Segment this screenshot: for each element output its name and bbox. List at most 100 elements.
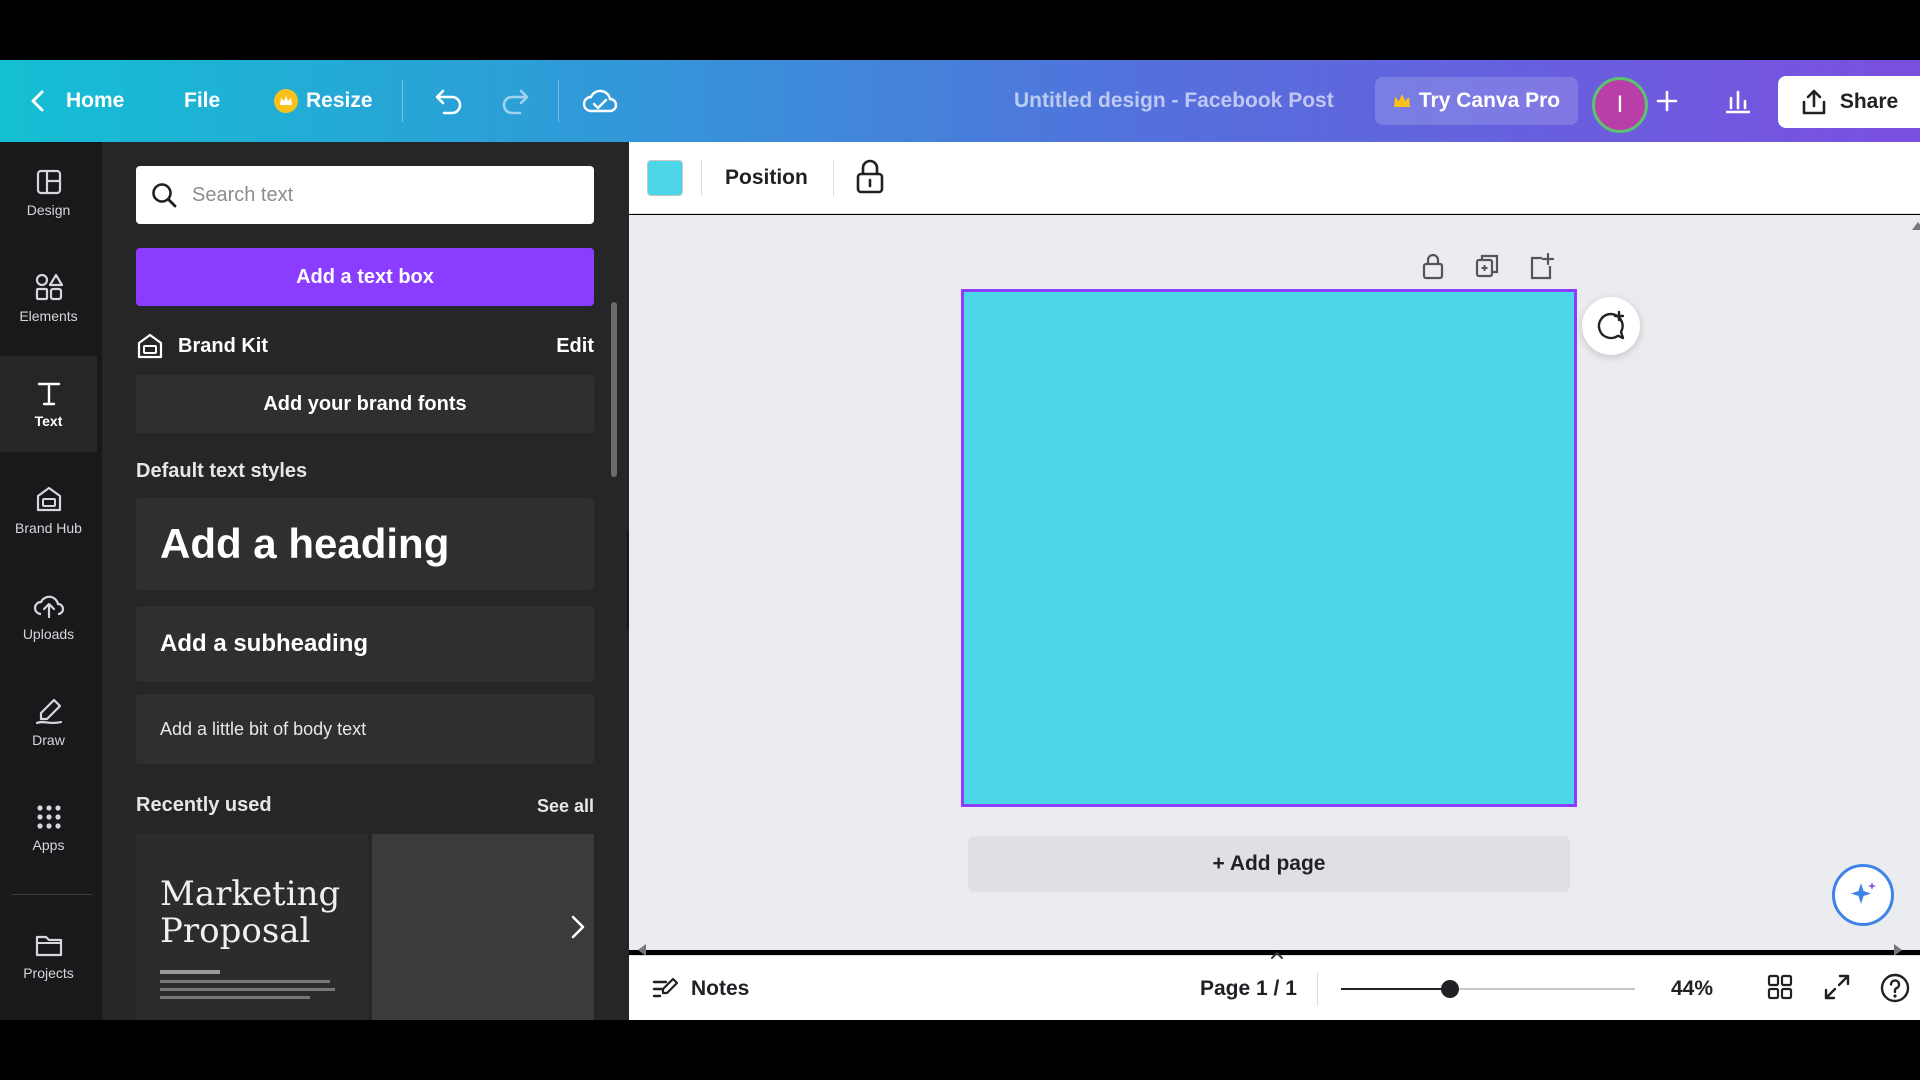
- sparkle-icon: [1847, 879, 1879, 911]
- layout-icon: [35, 168, 63, 196]
- recently-used-title: Recently used: [136, 794, 272, 816]
- try-canva-pro-button[interactable]: Try Canva Pro: [1375, 77, 1578, 125]
- rail-item-draw[interactable]: Draw: [0, 674, 97, 770]
- magic-assistant-button[interactable]: [1832, 864, 1894, 926]
- help-icon[interactable]: [1879, 972, 1911, 1004]
- back-chevron-icon[interactable]: [28, 60, 48, 142]
- duplicate-page-icon[interactable]: [1474, 252, 1500, 280]
- rail-item-apps[interactable]: Apps: [0, 780, 97, 876]
- add-heading-button[interactable]: Add a heading: [136, 498, 594, 590]
- undo-icon[interactable]: [432, 60, 464, 142]
- text-icon: [35, 379, 63, 407]
- background-color-swatch[interactable]: [647, 160, 683, 196]
- rail-item-design[interactable]: Design: [0, 145, 97, 241]
- zoom-slider[interactable]: [1341, 980, 1635, 998]
- zoom-slider-fill: [1341, 988, 1450, 990]
- page-tools: [1420, 252, 1554, 280]
- try-canva-pro-label: Try Canva Pro: [1418, 89, 1561, 112]
- zoom-level-button[interactable]: 44%: [1671, 956, 1713, 1021]
- bottom-bar: Notes Page 1 / 1 44%: [629, 955, 1920, 1020]
- brand-kit-title: Brand Kit: [178, 334, 268, 357]
- rail-label-draw: Draw: [32, 732, 65, 748]
- brand-kit-row: Brand Kit Edit: [136, 322, 594, 370]
- rail-item-brand-hub[interactable]: Brand Hub: [0, 462, 97, 558]
- document-title[interactable]: Untitled design - Facebook Post: [1014, 60, 1334, 142]
- home-button[interactable]: Home: [66, 60, 124, 142]
- add-text-box-button[interactable]: Add a text box: [136, 248, 594, 306]
- thumbnail-decoration: [160, 970, 220, 974]
- thumbnail-title: Marketing Proposal: [160, 874, 341, 951]
- rail-item-projects[interactable]: Projects: [0, 908, 97, 1004]
- add-subheading-button[interactable]: Add a subheading: [136, 606, 594, 682]
- fullscreen-icon[interactable]: [1822, 972, 1852, 1002]
- share-upload-icon: [1800, 88, 1828, 116]
- chevron-right-icon[interactable]: [570, 914, 586, 940]
- rail-label-projects: Projects: [23, 965, 74, 981]
- zoom-slider-handle[interactable]: [1440, 980, 1459, 998]
- shapes-icon: [34, 272, 64, 302]
- lock-icon[interactable]: [853, 158, 887, 196]
- file-menu-button[interactable]: File: [184, 60, 220, 142]
- left-rail: Design Elements Text Brand Hub Uploads D…: [0, 142, 102, 1020]
- recent-template-thumbnail[interactable]: [372, 834, 594, 1020]
- avatar[interactable]: I: [1592, 77, 1648, 133]
- text-panel: Add a text box Brand Kit Edit Add your b…: [102, 142, 629, 1020]
- design-page[interactable]: [961, 289, 1577, 807]
- rail-item-elements[interactable]: Elements: [0, 250, 97, 346]
- cloud-upload-icon: [33, 590, 65, 620]
- rail-label-elements: Elements: [19, 308, 78, 324]
- rail-divider: [12, 894, 92, 895]
- rail-label-apps: Apps: [32, 837, 65, 853]
- thumbnail-decoration: [160, 980, 346, 999]
- grid-view-icon[interactable]: [1765, 972, 1795, 1002]
- notes-button[interactable]: Notes: [651, 956, 749, 1021]
- redo-icon[interactable]: [500, 60, 532, 142]
- resize-button[interactable]: Resize: [274, 60, 373, 142]
- expand-pages-chevron-icon[interactable]: [1270, 950, 1284, 960]
- search-box[interactable]: [136, 166, 594, 224]
- crown-icon: [274, 89, 298, 113]
- default-text-styles-title: Default text styles: [136, 460, 308, 482]
- notes-label: Notes: [691, 976, 750, 1000]
- share-button[interactable]: Share: [1778, 76, 1920, 128]
- analytics-chart-icon[interactable]: [1724, 60, 1752, 142]
- add-body-text-button[interactable]: Add a little bit of body text: [136, 694, 594, 764]
- folder-icon: [34, 931, 64, 959]
- top-bar: Home File Resize Untitled design - Faceb…: [0, 60, 1920, 142]
- add-page-icon[interactable]: [1528, 252, 1554, 280]
- position-button[interactable]: Position: [725, 142, 808, 214]
- context-toolbar: Position: [629, 142, 1920, 214]
- resize-label: Resize: [306, 89, 373, 112]
- divider: [833, 160, 834, 196]
- brand-hub-icon: [34, 484, 64, 514]
- rail-item-text[interactable]: Text: [0, 356, 97, 452]
- search-icon: [150, 181, 178, 209]
- share-label: Share: [1839, 90, 1899, 113]
- search-input[interactable]: [192, 183, 572, 207]
- comment-plus-icon: [1595, 310, 1627, 342]
- rail-label-brand-hub: Brand Hub: [15, 520, 82, 536]
- recent-template-thumbnail[interactable]: Marketing Proposal: [136, 834, 368, 1020]
- see-all-link[interactable]: See all: [537, 796, 594, 817]
- divider: [402, 80, 403, 122]
- rail-label-text: Text: [34, 413, 63, 429]
- divider: [558, 80, 559, 122]
- panel-scrollbar[interactable]: [611, 302, 617, 477]
- lock-page-icon[interactable]: [1420, 252, 1446, 280]
- notes-icon: [651, 976, 679, 1002]
- brand-kit-edit-link[interactable]: Edit: [556, 335, 594, 358]
- rail-label-uploads: Uploads: [22, 626, 75, 642]
- add-comment-button[interactable]: [1582, 297, 1640, 355]
- page-indicator[interactable]: Page 1 / 1: [1200, 956, 1297, 1021]
- add-page-button[interactable]: + Add page: [968, 836, 1570, 892]
- divider: [701, 160, 702, 196]
- plus-icon[interactable]: [1656, 60, 1678, 142]
- scroll-up-arrow[interactable]: [1912, 222, 1920, 230]
- cloud-saved-icon[interactable]: [582, 60, 618, 142]
- pen-icon: [34, 696, 64, 726]
- brand-kit-icon: [136, 332, 164, 360]
- rail-item-uploads[interactable]: Uploads: [0, 568, 97, 664]
- canva-editor: Home File Resize Untitled design - Faceb…: [0, 0, 1920, 1080]
- crown-icon: [1393, 93, 1411, 109]
- add-brand-fonts-button[interactable]: Add your brand fonts: [136, 375, 594, 433]
